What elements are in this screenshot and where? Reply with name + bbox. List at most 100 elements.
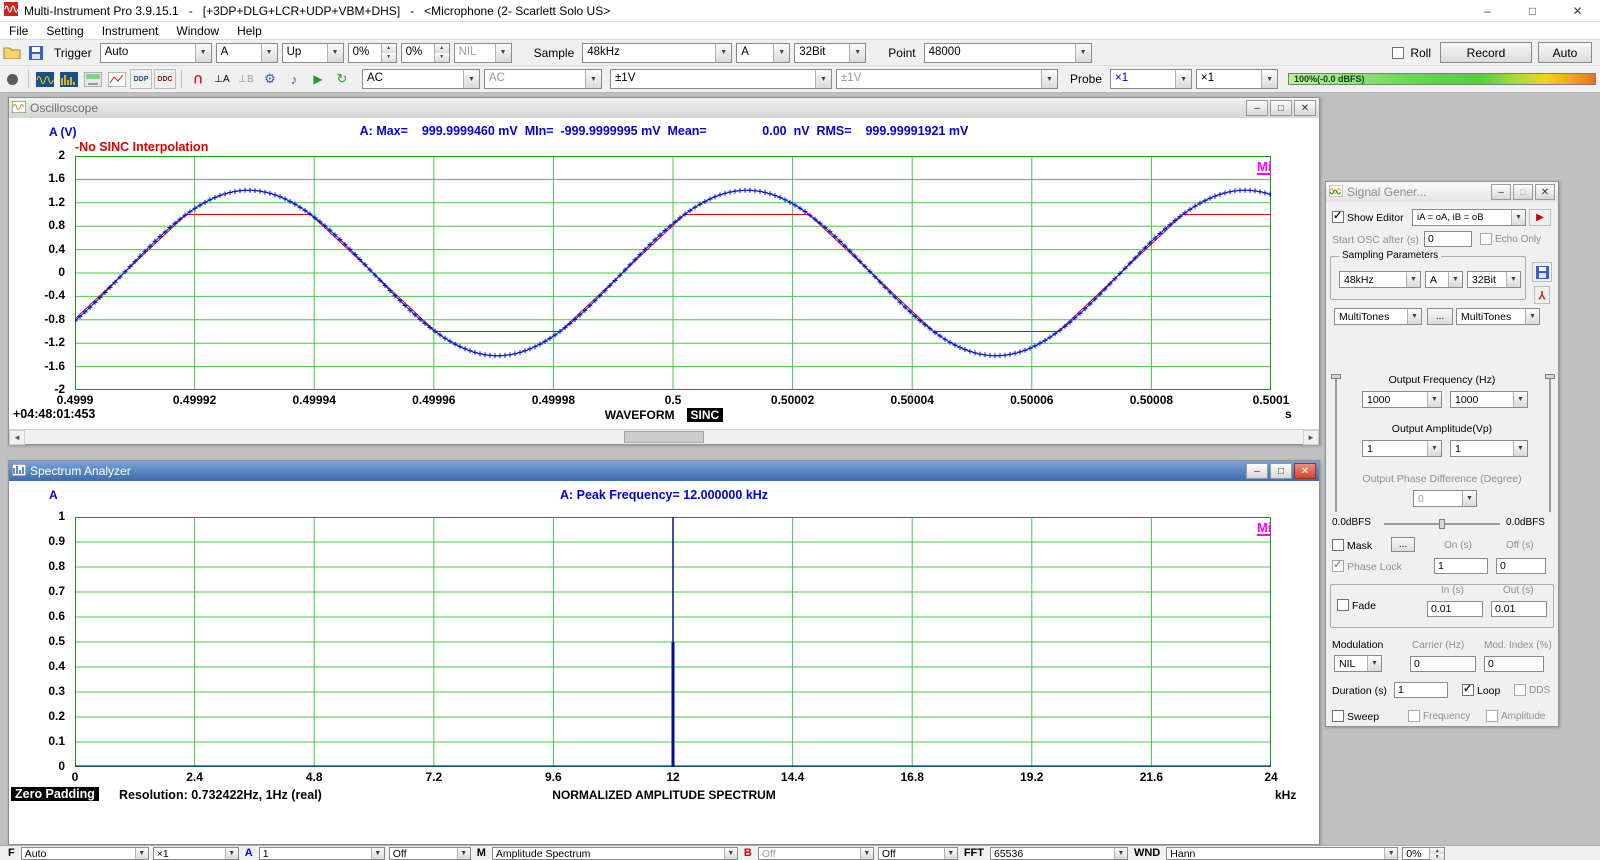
close-icon[interactable]: ✕ <box>1294 463 1316 479</box>
spin-down-icon[interactable]: ▼ <box>382 53 396 62</box>
modulation-type-select[interactable]: NIL▼ <box>1334 655 1382 672</box>
b-mode-select[interactable]: Off▼ <box>878 847 958 860</box>
sinc-badge[interactable]: SINC <box>687 408 724 422</box>
duration-input[interactable] <box>1394 682 1448 698</box>
roll-checkbox[interactable] <box>1392 47 1404 59</box>
oscilloscope-icon[interactable] <box>34 69 56 89</box>
chevron-down-icon[interactable]: ▼ <box>1175 70 1191 88</box>
phase-lock-off-input[interactable] <box>1496 558 1546 574</box>
ddp-icon[interactable]: DDP <box>130 69 152 89</box>
output-b-level-slider[interactable] <box>1544 374 1556 512</box>
minimize-icon[interactable]: – <box>1246 463 1268 479</box>
point-count-select[interactable]: 48000▼ <box>924 43 1092 63</box>
chevron-down-icon[interactable]: ▼ <box>457 848 470 859</box>
chevron-down-icon[interactable]: ▼ <box>463 70 479 88</box>
chevron-down-icon[interactable]: ▼ <box>724 848 737 859</box>
chevron-down-icon[interactable]: ▼ <box>1041 70 1057 88</box>
mod-index-input[interactable] <box>1484 656 1544 672</box>
b-scale-select[interactable]: Off▼ <box>758 847 874 860</box>
chevron-down-icon[interactable]: ▼ <box>1075 44 1091 62</box>
sweep-amplitude-checkbox[interactable] <box>1486 710 1498 722</box>
window-function-select[interactable]: Hann▼ <box>1166 847 1398 860</box>
scroll-thumb[interactable] <box>624 431 704 443</box>
sweep-checkbox[interactable] <box>1332 710 1344 722</box>
coupling-a-select[interactable]: AC▼ <box>362 69 480 89</box>
minimize-icon[interactable]: – <box>1465 0 1510 21</box>
restore-icon[interactable]: □ <box>1513 184 1533 200</box>
spectrum-titlebar[interactable]: Spectrum Analyzer – □ ✕ <box>9 461 1319 481</box>
waveform-a-browse-button[interactable]: ... <box>1427 308 1453 325</box>
loop-checkbox[interactable] <box>1462 684 1474 696</box>
chevron-down-icon[interactable]: ▼ <box>1511 210 1525 225</box>
probe-b-select[interactable]: ×1▼ <box>1196 69 1278 89</box>
chevron-down-icon[interactable]: ▼ <box>495 44 511 62</box>
balance-slider[interactable] <box>1384 523 1500 525</box>
spin-down-icon[interactable]: ▼ <box>435 53 449 62</box>
close-icon[interactable]: ✕ <box>1555 0 1600 21</box>
generator-save-icon[interactable] <box>1532 262 1552 282</box>
probe-a-select[interactable]: ×1▼ <box>1110 69 1192 89</box>
sample-channel-select[interactable]: A▼ <box>736 43 790 63</box>
chevron-down-icon[interactable]: ▼ <box>195 44 211 62</box>
filter-fork-icon[interactable]: Y <box>1534 286 1550 304</box>
maximize-icon[interactable]: □ <box>1510 0 1555 21</box>
generator-sample-rate-select[interactable]: 48kHz▼ <box>1339 271 1421 288</box>
menu-help[interactable]: Help <box>228 24 271 38</box>
magnet-icon[interactable]: U <box>187 69 209 89</box>
chevron-down-icon[interactable]: ▼ <box>225 848 238 859</box>
chevron-down-icon[interactable]: ▼ <box>1506 272 1520 287</box>
chevron-down-icon[interactable]: ▼ <box>1513 392 1527 407</box>
chevron-down-icon[interactable]: ▼ <box>815 70 831 88</box>
chevron-down-icon[interactable]: ▼ <box>1462 491 1476 506</box>
scroll-right-icon[interactable]: ► <box>1303 430 1319 445</box>
menu-file[interactable]: File <box>0 24 37 38</box>
signal-generator-titlebar[interactable]: Signal Gener... – □ ✕ <box>1326 182 1558 202</box>
chevron-down-icon[interactable]: ▼ <box>327 44 343 62</box>
generator-channel-select[interactable]: A▼ <box>1425 271 1463 288</box>
frequency-b-select[interactable]: 1000▼ <box>1450 391 1528 408</box>
trigger-level-spinner[interactable]: 0%▲▼ <box>348 43 397 63</box>
menu-window[interactable]: Window <box>167 24 228 38</box>
chevron-down-icon[interactable]: ▼ <box>1427 392 1441 407</box>
dds-checkbox[interactable] <box>1514 684 1526 696</box>
minimize-icon[interactable]: – <box>1491 184 1511 200</box>
slider-thumb[interactable] <box>1439 519 1445 529</box>
settings-wrench-icon[interactable]: ⚙ <box>259 69 281 89</box>
chevron-down-icon[interactable]: ▼ <box>135 848 148 859</box>
open-file-icon[interactable] <box>1 43 23 63</box>
trigger-source-select[interactable]: A▼ <box>216 43 278 63</box>
fade-out-input[interactable] <box>1491 601 1547 617</box>
loop-run-icon[interactable]: ↻ <box>331 69 353 89</box>
a-mode-select[interactable]: Off▼ <box>389 847 471 860</box>
mask-checkbox[interactable] <box>1332 539 1344 551</box>
chevron-down-icon[interactable]: ▼ <box>715 44 731 62</box>
menu-instrument[interactable]: Instrument <box>93 24 168 38</box>
restore-icon[interactable]: □ <box>1270 463 1292 479</box>
chevron-down-icon[interactable]: ▼ <box>585 70 601 88</box>
start-osc-input[interactable] <box>1424 231 1472 247</box>
sweep-frequency-checkbox[interactable] <box>1408 710 1420 722</box>
show-editor-checkbox[interactable] <box>1332 211 1344 223</box>
chevron-down-icon[interactable]: ▼ <box>944 848 957 859</box>
generator-play-icon[interactable]: ▶ <box>1529 209 1551 226</box>
chevron-down-icon[interactable]: ▼ <box>1406 272 1420 287</box>
mask-browse-button[interactable]: ... <box>1391 537 1415 552</box>
chevron-down-icon[interactable]: ▼ <box>849 44 865 62</box>
close-icon[interactable]: ✕ <box>1535 184 1555 200</box>
chevron-down-icon[interactable]: ▼ <box>1448 272 1462 287</box>
chevron-down-icon[interactable]: ▼ <box>1261 70 1277 88</box>
spin-down-icon[interactable]: ▼ <box>1430 854 1444 860</box>
fade-checkbox[interactable] <box>1337 599 1349 611</box>
echo-only-checkbox[interactable] <box>1480 233 1492 245</box>
ground-a-icon[interactable]: ⊥A <box>211 69 233 89</box>
minimize-icon[interactable]: – <box>1246 100 1268 116</box>
chevron-down-icon[interactable]: ▼ <box>1427 441 1441 456</box>
save-icon[interactable] <box>25 43 47 63</box>
scroll-left-icon[interactable]: ◄ <box>9 430 25 445</box>
trigger-filter-select[interactable]: NIL▼ <box>454 43 512 63</box>
sample-bits-select[interactable]: 32Bit▼ <box>794 43 866 63</box>
freq-axis-mult-select[interactable]: ×1▼ <box>153 847 239 860</box>
oscilloscope-titlebar[interactable]: Oscilloscope – □ ✕ <box>9 98 1319 118</box>
phase-lock-checkbox[interactable] <box>1332 560 1344 572</box>
scope-horizontal-scrollbar[interactable]: ◄ ► <box>9 429 1319 444</box>
